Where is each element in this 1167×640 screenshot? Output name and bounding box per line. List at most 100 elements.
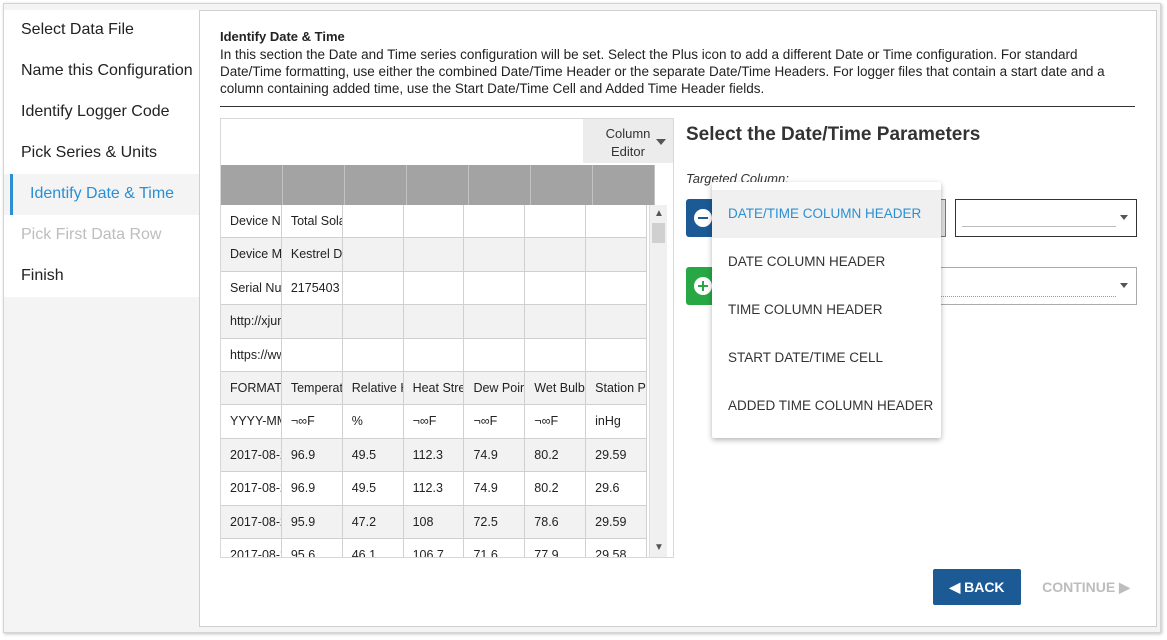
table-cell[interactable]	[404, 271, 465, 305]
table-row[interactable]: 2017-08-2396.949.5112.374.980.229.59	[221, 438, 648, 473]
table-cell[interactable]	[464, 205, 526, 238]
table-cell[interactable]	[586, 238, 648, 271]
option-time-column-header[interactable]: TIME COLUMN HEADER	[712, 286, 941, 334]
table-cell[interactable]: Relative Humidity	[343, 371, 404, 405]
table-cell[interactable]: 106.7	[404, 538, 465, 557]
table-cell[interactable]: Wet Bulb	[525, 371, 587, 405]
grid-header-cell[interactable]	[407, 165, 469, 205]
step-name-configuration[interactable]: Name this Configuration	[4, 51, 199, 92]
scroll-up-icon[interactable]: ▲	[652, 207, 666, 221]
column-editor-button[interactable]: Column Editor	[583, 119, 673, 163]
table-cell[interactable]: 2017-08-23	[221, 505, 282, 538]
table-cell[interactable]	[525, 305, 587, 338]
back-button[interactable]: ◀ BACK	[933, 569, 1021, 605]
table-cell[interactable]: Station Pressure	[586, 371, 648, 405]
table-cell[interactable]: Device Model	[221, 238, 282, 271]
table-row[interactable]: Device ModelKestrel Drop	[221, 238, 648, 272]
table-cell[interactable]: Device Name	[221, 205, 282, 238]
grid-header-cell[interactable]	[531, 165, 593, 205]
targeted-column-select[interactable]	[955, 199, 1137, 237]
table-cell[interactable]	[525, 205, 587, 238]
grid-header-cell[interactable]	[345, 165, 407, 205]
step-select-data-file[interactable]: Select Data File	[4, 10, 199, 51]
table-cell[interactable]: https://www	[221, 338, 282, 371]
table-cell[interactable]	[343, 238, 404, 271]
table-cell[interactable]: 2017-08-23	[221, 438, 282, 472]
data-grid[interactable]: Column Editor Device NameTotal SolarDevi…	[220, 118, 674, 558]
table-row[interactable]: Device NameTotal Solar	[221, 205, 648, 239]
table-cell[interactable]: ¬∞F	[464, 405, 526, 438]
table-cell[interactable]	[464, 238, 526, 271]
table-cell[interactable]: 112.3	[404, 472, 465, 505]
table-cell[interactable]: 49.5	[343, 472, 404, 505]
table-cell[interactable]	[404, 305, 465, 338]
table-cell[interactable]	[343, 338, 404, 371]
table-cell[interactable]: 49.5	[343, 438, 404, 472]
option-added-time-column-header[interactable]: ADDED TIME COLUMN HEADER	[712, 382, 941, 430]
table-cell[interactable]	[464, 338, 526, 371]
table-cell[interactable]	[343, 271, 404, 305]
table-cell[interactable]	[404, 338, 465, 371]
table-row[interactable]: YYYY-MM-DD¬∞F%¬∞F¬∞F¬∞FinHg	[221, 405, 648, 439]
option-start-date-time-cell[interactable]: START DATE/TIME CELL	[712, 334, 941, 382]
table-cell[interactable]	[343, 205, 404, 238]
table-cell[interactable]: 2175403	[282, 271, 343, 305]
table-cell[interactable]: 77.9	[525, 538, 587, 557]
table-row[interactable]: Serial Number2175403	[221, 271, 648, 306]
table-row[interactable]: FORMATTED DATETemperatureRelative Humidi…	[221, 371, 648, 406]
table-cell[interactable]: FORMATTED DATE	[221, 371, 282, 405]
table-cell[interactable]	[343, 305, 404, 338]
table-cell[interactable]: 2017-08-23	[221, 472, 282, 505]
table-cell[interactable]: 29.58	[586, 538, 648, 557]
table-row[interactable]: https://www	[221, 338, 648, 372]
table-cell[interactable]: Temperature	[282, 371, 343, 405]
table-cell[interactable]: 74.9	[464, 438, 526, 472]
grid-header-cell[interactable]	[221, 165, 283, 205]
table-cell[interactable]: 29.59	[586, 505, 648, 538]
table-cell[interactable]: ¬∞F	[404, 405, 465, 438]
step-identify-logger-code[interactable]: Identify Logger Code	[4, 92, 199, 133]
table-cell[interactable]	[525, 338, 587, 371]
table-cell[interactable]: %	[343, 405, 404, 438]
option-date-column-header[interactable]: DATE COLUMN HEADER	[712, 238, 941, 286]
table-cell[interactable]: 95.6	[282, 538, 343, 557]
grid-header-cell[interactable]	[593, 165, 655, 205]
grid-header-cell[interactable]	[283, 165, 345, 205]
scroll-thumb[interactable]	[652, 223, 665, 243]
table-cell[interactable]: 71.6	[464, 538, 526, 557]
table-cell[interactable]: 29.6	[586, 472, 648, 505]
table-cell[interactable]: Total Solar	[282, 205, 343, 238]
table-cell[interactable]: 80.2	[525, 472, 587, 505]
table-cell[interactable]	[586, 205, 648, 238]
table-cell[interactable]	[525, 271, 587, 305]
table-row[interactable]: 2017-08-2395.646.1106.771.677.929.58	[221, 538, 648, 557]
table-cell[interactable]: 78.6	[525, 505, 587, 538]
table-cell[interactable]: Kestrel Drop	[282, 238, 343, 271]
grid-header-cell[interactable]	[469, 165, 531, 205]
step-identify-date-time[interactable]: Identify Date & Time	[10, 174, 199, 215]
table-cell[interactable]: Serial Number	[221, 271, 282, 305]
table-cell[interactable]: 112.3	[404, 438, 465, 472]
table-cell[interactable]	[404, 205, 465, 238]
table-cell[interactable]: Heat Stress	[404, 371, 465, 405]
table-cell[interactable]: YYYY-MM-DD	[221, 405, 282, 438]
table-row[interactable]: 2017-08-2395.947.210872.578.629.59	[221, 505, 648, 539]
table-cell[interactable]: 72.5	[464, 505, 526, 538]
scroll-down-icon[interactable]: ▼	[652, 541, 666, 555]
table-cell[interactable]	[464, 305, 526, 338]
table-cell[interactable]: 96.9	[282, 438, 343, 472]
table-cell[interactable]	[282, 338, 343, 371]
table-cell[interactable]	[586, 305, 648, 338]
grid-scrollbar[interactable]: ▲ ▼	[649, 205, 667, 557]
table-cell[interactable]: Dew Point	[464, 371, 526, 405]
secondary-select[interactable]	[930, 267, 1137, 305]
table-cell[interactable]: 108	[404, 505, 465, 538]
table-row[interactable]: 2017-08-2396.949.5112.374.980.229.6	[221, 472, 648, 506]
table-row[interactable]: http://xjump	[221, 305, 648, 339]
table-cell[interactable]	[464, 271, 526, 305]
step-finish[interactable]: Finish	[4, 256, 199, 297]
table-cell[interactable]: 46.1	[343, 538, 404, 557]
table-cell[interactable]: 2017-08-23	[221, 538, 282, 557]
table-cell[interactable]	[586, 338, 648, 371]
table-cell[interactable]: 96.9	[282, 472, 343, 505]
